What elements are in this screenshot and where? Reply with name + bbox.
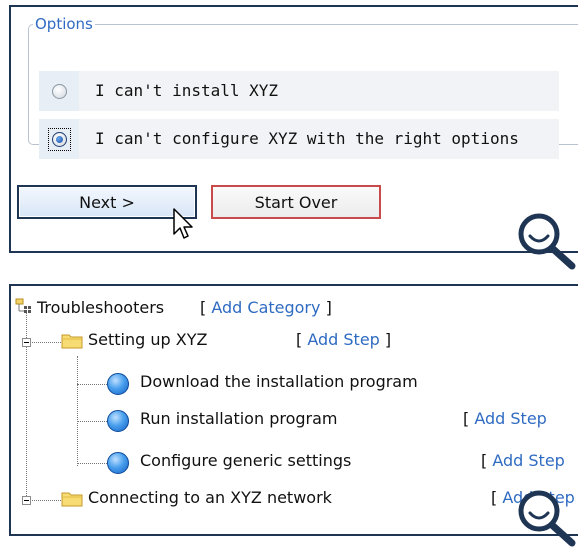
tree-connector — [77, 356, 78, 466]
expander-minus-icon[interactable] — [22, 496, 31, 505]
tree-root-action[interactable]: [ Add Category ] — [200, 298, 332, 317]
option-radio-cell — [39, 71, 79, 111]
step-bullet-icon — [107, 373, 129, 395]
radio-unchecked-icon[interactable] — [52, 84, 67, 99]
option-label: I can't install XYZ — [95, 81, 279, 100]
tree-panel: Troubleshooters [ Add Category ] Setting… — [9, 284, 578, 536]
tree-connector — [77, 384, 107, 385]
tree-connector — [26, 500, 61, 501]
bracket-open: [ — [481, 451, 493, 470]
option-label: I can't configure XYZ with the right opt… — [95, 129, 519, 148]
step-label[interactable]: Run installation program — [140, 409, 338, 428]
bracket-open: [ — [296, 330, 308, 349]
step-label[interactable]: Configure generic settings — [140, 451, 351, 470]
tree-root-icon — [15, 298, 31, 313]
add-step-link[interactable]: Add Step — [474, 409, 547, 428]
add-step-link[interactable]: Add Step — [307, 330, 380, 349]
options-panel: Options I can't install XYZ I can't conf… — [9, 5, 578, 253]
option-row-configure[interactable]: I can't configure XYZ with the right opt… — [39, 119, 559, 159]
radio-checked-icon[interactable] — [52, 132, 67, 147]
options-legend: Options — [35, 15, 93, 33]
bracket-close: ] — [379, 330, 392, 349]
step-bullet-icon — [107, 452, 129, 474]
tree-connector — [77, 463, 107, 464]
mouse-cursor-icon — [173, 208, 193, 239]
add-step-link[interactable]: Add Step — [492, 451, 565, 470]
option-radio-cell — [39, 119, 79, 159]
magnifier-icon[interactable] — [514, 483, 578, 547]
start-over-button[interactable]: Start Over — [211, 185, 381, 219]
bracket-open: [ — [491, 488, 503, 507]
category-label[interactable]: Setting up XYZ — [88, 330, 207, 349]
category-action[interactable]: [ Add Step ] — [296, 330, 391, 349]
bracket-open: [ — [463, 409, 475, 428]
next-button[interactable]: Next > — [17, 185, 197, 219]
add-category-link[interactable]: Add Category — [211, 298, 320, 317]
tree-connector — [26, 342, 61, 343]
magnifier-icon[interactable] — [514, 206, 578, 270]
options-fieldset: Options I can't install XYZ I can't conf… — [28, 15, 578, 159]
option-row-install[interactable]: I can't install XYZ — [39, 71, 559, 111]
folder-icon — [61, 334, 83, 349]
step-action[interactable]: [ Add Step — [463, 409, 547, 428]
tree-connector — [77, 421, 107, 422]
tree-root-label[interactable]: Troubleshooters — [37, 298, 164, 317]
category-label[interactable]: Connecting to an XYZ network — [88, 488, 332, 507]
step-bullet-icon — [107, 410, 129, 432]
folder-icon — [61, 492, 83, 507]
expander-minus-icon[interactable] — [22, 338, 31, 347]
step-action[interactable]: [ Add Step — [481, 451, 565, 470]
bracket-close: ] — [320, 298, 332, 317]
bracket-open: [ — [200, 298, 212, 317]
step-label[interactable]: Download the installation program — [140, 372, 418, 391]
